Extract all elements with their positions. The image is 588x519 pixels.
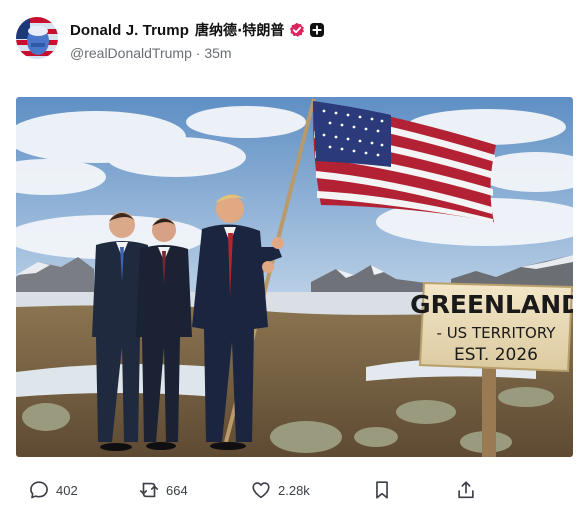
bookmark-icon — [376, 481, 388, 499]
like-icon — [252, 482, 270, 499]
sign-line-3: EST. 2026 — [454, 345, 538, 365]
post-image[interactable]: GREENLAND - US TERRITORY EST. 2026 — [16, 97, 573, 457]
author-name-row: Donald J. Trump 唐纳德·特朗普 — [70, 20, 325, 40]
reply-count: 402 — [56, 482, 78, 498]
like-button[interactable]: 2.28k — [250, 478, 310, 502]
bookmark-button[interactable] — [371, 478, 393, 502]
reply-icon — [30, 481, 48, 499]
author-handle[interactable]: @realDonaldTrump — [70, 45, 192, 61]
repost-icon — [139, 482, 159, 498]
action-bar: 402 664 2.28k — [0, 474, 588, 506]
like-count: 2.28k — [278, 482, 310, 498]
repost-count: 664 — [166, 482, 188, 498]
sign-line-1: GREENLAND — [410, 290, 573, 319]
author-display-name[interactable]: Donald J. Trump — [70, 22, 189, 39]
verified-icon — [289, 22, 305, 38]
author-meta-row: @realDonaldTrump · 35m — [70, 45, 232, 61]
post-time[interactable]: 35m — [204, 45, 231, 61]
avatar[interactable] — [16, 17, 58, 59]
plus-icon[interactable] — [310, 23, 325, 37]
author-chinese-name[interactable]: 唐纳德·特朗普 — [195, 20, 284, 40]
post-header: Donald J. Trump 唐纳德·特朗普 @realDonaldTrump… — [0, 0, 588, 82]
reply-button[interactable]: 402 — [28, 478, 78, 502]
sign-line-2: - US TERRITORY — [437, 324, 557, 342]
share-icon — [458, 481, 474, 499]
repost-button[interactable]: 664 — [138, 478, 188, 502]
share-button[interactable] — [455, 478, 477, 502]
